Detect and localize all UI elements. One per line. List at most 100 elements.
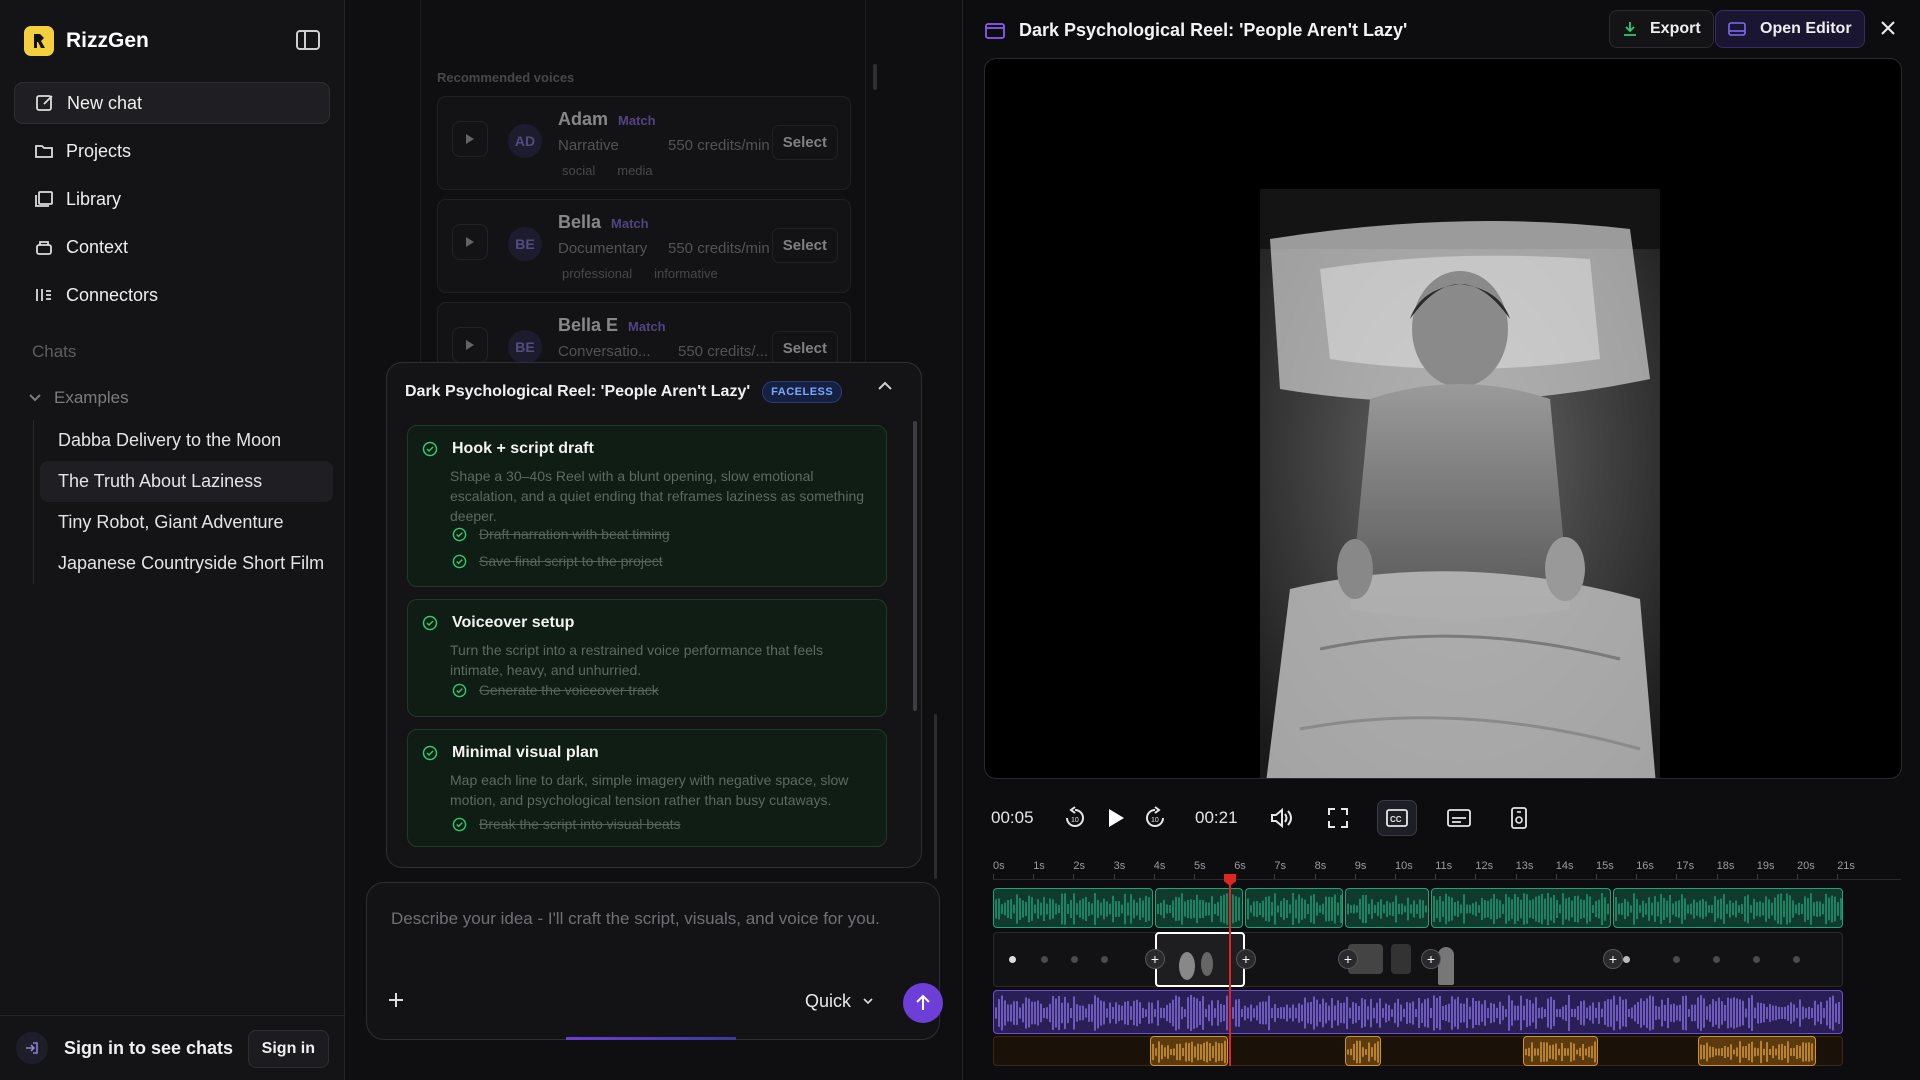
voice-clip[interactable]	[1245, 888, 1343, 928]
new-chat-button[interactable]: New chat	[14, 82, 330, 124]
play-icon[interactable]	[452, 224, 488, 260]
chat-item[interactable]: Dabba Delivery to the Moon	[40, 420, 333, 461]
ruler-tick-label: 4s	[1153, 860, 1166, 872]
ruler-tick-label: 16s	[1636, 860, 1654, 872]
ruler-tick-label: 11s	[1435, 860, 1453, 872]
add-clip-button[interactable]: +	[1603, 949, 1623, 969]
sidebar-item-library[interactable]: Library	[14, 178, 330, 220]
check-circle-icon	[422, 441, 438, 457]
plus-icon[interactable]	[387, 991, 405, 1009]
add-clip-button[interactable]: +	[1421, 949, 1441, 969]
brand[interactable]: RizzGen	[24, 26, 149, 56]
sidebar: RizzGen New chat Projects Library Contex…	[0, 0, 345, 1080]
ruler-tick-label: 7s	[1274, 860, 1287, 872]
voice-clip[interactable]	[1345, 888, 1429, 928]
sfx-clip[interactable]	[1150, 1036, 1228, 1066]
play-icon[interactable]	[452, 327, 488, 363]
ruler-tick-label: 8s	[1314, 860, 1327, 872]
step-title: Minimal visual plan	[452, 744, 599, 761]
check-circle-icon	[452, 817, 467, 832]
voice-card[interactable]: BE Bella Match Documentary 550 credits/mi…	[437, 199, 851, 293]
subtitles-icon[interactable]	[1447, 800, 1471, 836]
aspect-ratio-icon[interactable]	[1511, 800, 1527, 836]
voice-scrollbar[interactable]	[873, 64, 877, 90]
sfx-clip[interactable]	[1698, 1036, 1816, 1066]
ruler-tick-label: 10s	[1395, 860, 1413, 872]
prompt-input[interactable]: Describe your idea - I'll craft the scri…	[391, 909, 880, 929]
close-icon[interactable]	[1880, 20, 1896, 36]
sidebar-toggle-icon[interactable]	[296, 30, 320, 50]
plan-step: Minimal visual plan Map each line to dar…	[407, 729, 887, 847]
add-clip-button[interactable]: +	[1145, 949, 1165, 969]
video-clip-thumb	[1438, 947, 1454, 985]
examples-toggle[interactable]: Examples	[28, 388, 129, 408]
avatar: AD	[508, 124, 542, 158]
sidebar-item-connectors[interactable]: Connectors	[14, 274, 330, 316]
sidebar-item-projects[interactable]: Projects	[14, 130, 330, 172]
chat-item[interactable]: The Truth About Laziness	[40, 461, 333, 502]
fullscreen-icon[interactable]	[1327, 800, 1349, 836]
music-track[interactable]	[993, 990, 1851, 1034]
nav-label: Projects	[66, 140, 132, 161]
ruler-tick-label: 9s	[1354, 860, 1367, 872]
sign-in-button[interactable]: Sign in	[247, 1030, 329, 1068]
rewind-10-icon[interactable]: 10	[1063, 800, 1087, 836]
plan-scrollbar[interactable]	[913, 421, 917, 711]
sfx-clip[interactable]	[1345, 1036, 1381, 1066]
video-clip-thumb	[1793, 956, 1800, 963]
selected-video-clip[interactable]	[1155, 932, 1245, 987]
export-button[interactable]: Export	[1609, 10, 1714, 48]
chat-scrollbar[interactable]	[934, 714, 937, 879]
ruler-tick-label: 17s	[1676, 860, 1695, 872]
music-clip[interactable]	[993, 990, 1843, 1034]
sfx-clip[interactable]	[1523, 1036, 1598, 1066]
captions-icon[interactable]: CC	[1377, 800, 1417, 836]
nav-label: New chat	[67, 92, 143, 113]
chat-panel: Recommended voices AD Adam Match Narrativ…	[346, 0, 961, 1080]
chevron-up-icon[interactable]	[877, 381, 893, 391]
step-header: Hook + script draft	[422, 440, 594, 458]
send-button[interactable]	[903, 983, 943, 1023]
voice-tag: professional	[562, 266, 633, 281]
timeline-ruler[interactable]: 0s 1s 2s 3s 4s 5s 6s 7s 8s 9s 10s 11s 12s 13s 14s 15s 16…	[993, 856, 1901, 880]
chat-item[interactable]: Tiny Robot, Giant Adventure	[40, 502, 333, 543]
add-clip-button[interactable]: +	[1236, 949, 1256, 969]
voice-name-text: Adam	[558, 109, 609, 129]
forward-10-icon[interactable]: 10	[1143, 800, 1167, 836]
mode-select[interactable]: Quick	[805, 991, 873, 1012]
volume-icon[interactable]	[1269, 800, 1293, 836]
sfx-track[interactable]	[993, 1036, 1851, 1066]
sidebar-item-context[interactable]: Context	[14, 226, 330, 268]
voice-card[interactable]: AD Adam Match Narrative 550 credits/min s…	[437, 96, 851, 190]
ruler-tick	[1435, 874, 1437, 879]
video-track[interactable]: + + + + +	[993, 932, 1851, 987]
video-clip-thumb	[1101, 956, 1108, 963]
select-voice-button[interactable]: Select	[771, 331, 838, 366]
voice-clip[interactable]	[1613, 888, 1843, 928]
voice-clip[interactable]	[993, 888, 1153, 928]
chat-item[interactable]: Japanese Countryside Short Film	[40, 543, 333, 584]
play-button[interactable]	[1107, 800, 1125, 836]
ruler-tick	[1555, 874, 1557, 879]
add-clip-button[interactable]: +	[1338, 949, 1358, 969]
playhead[interactable]	[1229, 876, 1231, 1066]
ruler-tick	[1515, 874, 1517, 879]
voice-track[interactable]	[993, 888, 1851, 928]
nav-label: Context	[66, 236, 129, 257]
ruler-tick-label: 20s	[1797, 860, 1815, 872]
nav-label: Connectors	[66, 284, 159, 305]
video-clip-thumb	[1753, 956, 1760, 963]
voice-picker: Recommended voices AD Adam Match Narrativ…	[420, 0, 877, 396]
editor-icon	[1728, 22, 1746, 36]
select-voice-button[interactable]: Select	[771, 125, 838, 160]
ruler-tick	[1033, 874, 1035, 879]
ruler-tick	[1797, 874, 1798, 879]
play-icon[interactable]	[452, 121, 488, 157]
select-voice-button[interactable]: Select	[771, 228, 838, 263]
ruler-tick-label: 14s	[1555, 860, 1574, 872]
voice-clip[interactable]	[1431, 888, 1611, 928]
video-player[interactable]	[984, 58, 1902, 779]
open-editor-button[interactable]: Open Editor	[1715, 10, 1865, 48]
step-description: Shape a 30–40s Reel with a blunt opening…	[450, 468, 865, 524]
prompt-composer[interactable]: Describe your idea - I'll craft the scri…	[366, 882, 943, 1040]
